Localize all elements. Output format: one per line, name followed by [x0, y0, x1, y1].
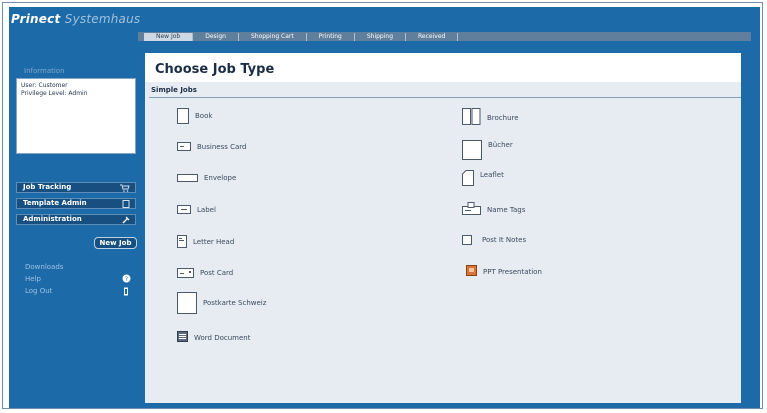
- job-brochure-label: Brochure: [487, 113, 519, 122]
- tab-design[interactable]: Design: [193, 32, 239, 41]
- name-tags-icon: [462, 202, 481, 217]
- logout-link[interactable]: Log Out: [25, 287, 52, 295]
- downloads-link[interactable]: Downloads: [25, 263, 63, 271]
- job-book-label: Book: [195, 112, 213, 120]
- brochure-icon: [462, 108, 481, 127]
- template-icon: [122, 200, 130, 211]
- postkarte-icon: [177, 292, 197, 314]
- nav-administration[interactable]: Administration: [16, 214, 136, 225]
- nav-job-tracking-label: Job Tracking: [23, 183, 72, 191]
- job-business-card[interactable]: Business Card: [177, 142, 246, 151]
- brand-name: Prinect: [11, 12, 61, 26]
- nav-template-admin[interactable]: Template Admin: [16, 198, 136, 209]
- job-post-it-notes[interactable]: Post It Notes: [462, 235, 526, 245]
- logout-icon[interactable]: [122, 287, 130, 298]
- business-card-icon: [177, 142, 191, 151]
- ppt-icon: [466, 265, 477, 278]
- job-word-document-label: Word Document: [194, 333, 251, 342]
- job-brochure[interactable]: Brochure: [462, 108, 519, 127]
- tool-icon: [122, 216, 130, 227]
- new-job-button[interactable]: New Job: [94, 237, 137, 249]
- postcard-icon: [177, 268, 194, 278]
- page-title: Choose Job Type: [155, 62, 275, 77]
- help-icon[interactable]: ?: [122, 274, 131, 285]
- job-letter-head-label: Letter Head: [193, 237, 235, 246]
- job-buecher-label: Bücher: [488, 141, 513, 149]
- tab-received[interactable]: Received: [406, 32, 459, 41]
- job-ppt-presentation[interactable]: PPT Presentation: [466, 265, 542, 278]
- job-book[interactable]: Book: [177, 108, 212, 124]
- job-type-panel: [145, 82, 741, 403]
- job-name-tags[interactable]: Name Tags: [462, 202, 525, 217]
- user-line: User: Customer: [21, 82, 68, 89]
- job-buecher[interactable]: Bücher: [462, 140, 513, 160]
- job-post-card[interactable]: Post Card: [177, 268, 233, 278]
- tab-new-job[interactable]: New Job: [144, 32, 194, 41]
- cart-icon: [120, 184, 130, 195]
- buecher-icon: [462, 140, 482, 160]
- brand-product: Systemhaus: [64, 12, 141, 26]
- tab-shopping-cart[interactable]: Shopping Cart: [239, 32, 307, 41]
- job-postkarte-schweiz[interactable]: Postkarte Schweiz: [177, 292, 266, 314]
- leaflet-icon: [462, 170, 474, 188]
- help-link[interactable]: Help: [25, 275, 41, 283]
- job-word-document[interactable]: Word Document: [177, 331, 250, 344]
- sidebar-section-label: Information: [24, 67, 65, 75]
- envelope-icon: [177, 174, 198, 182]
- job-envelope-label: Envelope: [204, 174, 237, 182]
- job-postkarte-schweiz-label: Postkarte Schweiz: [203, 299, 267, 307]
- job-leaflet-label: Leaflet: [480, 171, 504, 179]
- nav-template-admin-label: Template Admin: [23, 199, 87, 207]
- job-post-card-label: Post Card: [200, 269, 234, 277]
- tab-shipping[interactable]: Shipping: [355, 32, 407, 41]
- post-it-icon: [462, 235, 472, 245]
- job-post-it-notes-label: Post It Notes: [482, 236, 527, 244]
- job-ppt-presentation-label: PPT Presentation: [483, 267, 542, 276]
- job-business-card-label: Business Card: [197, 142, 247, 151]
- job-label-label: Label: [197, 205, 216, 214]
- word-document-icon: [177, 331, 188, 344]
- job-name-tags-label: Name Tags: [487, 205, 526, 214]
- tab-bar: New Job Design Shopping Cart Printing Sh…: [138, 32, 751, 41]
- job-envelope[interactable]: Envelope: [177, 174, 236, 182]
- job-letter-head[interactable]: Letter Head: [177, 235, 234, 248]
- tab-printing[interactable]: Printing: [307, 32, 355, 41]
- nav-job-tracking[interactable]: Job Tracking: [16, 182, 136, 193]
- book-icon: [177, 108, 189, 124]
- letterhead-icon: [177, 235, 187, 248]
- job-leaflet[interactable]: Leaflet: [462, 170, 504, 188]
- job-label[interactable]: Label: [177, 205, 216, 214]
- brand-logo: Prinect Systemhaus: [11, 12, 140, 26]
- nav-administration-label: Administration: [23, 215, 82, 223]
- user-info-box: User: Customer Privilege Level: Admin: [16, 78, 136, 154]
- privilege-line: Privilege Level: Admin: [21, 90, 88, 97]
- svg-text:?: ?: [125, 276, 128, 283]
- section-heading: Simple Jobs: [149, 86, 741, 98]
- label-icon: [177, 205, 191, 214]
